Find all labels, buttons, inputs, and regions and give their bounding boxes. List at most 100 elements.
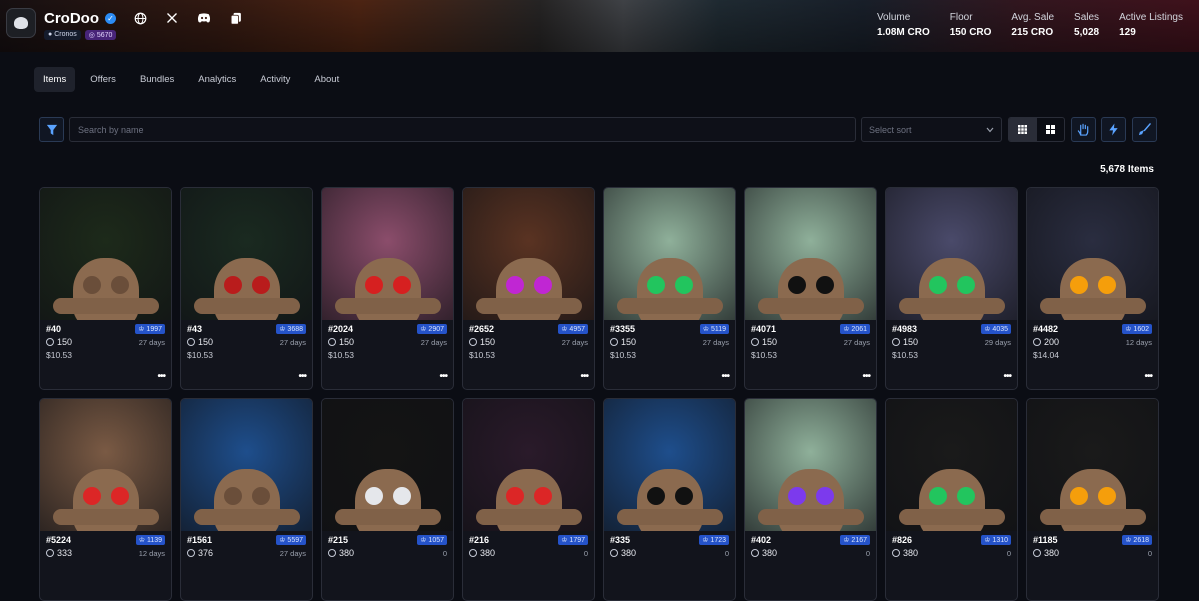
listed-age: 27 days [702, 337, 729, 347]
grid-small-view-button[interactable] [1009, 118, 1037, 141]
toolbar: Select sort [39, 117, 1157, 142]
cro-icon [892, 338, 900, 346]
token-id: #4983 [892, 324, 918, 334]
cleanup-button[interactable] [1132, 117, 1157, 142]
voodoo-doll-art [898, 258, 1005, 320]
nft-image[interactable] [604, 188, 735, 320]
nft-image[interactable] [745, 188, 876, 320]
listed-age: 27 days [561, 337, 588, 347]
usd-price: $10.53 [892, 350, 918, 360]
price: 380 [1033, 548, 1059, 558]
collection-header: CroDoo ✓ ● Cronos ◎ 5670 [6, 8, 244, 40]
stat-avg-sale: Avg. Sale 215 CRO [1011, 12, 1055, 38]
nft-card[interactable]: #826 ♔ 1310 380 0 ••• [885, 398, 1018, 601]
nft-card[interactable]: #4071 ♔ 2061 150 27 days $10.53 ••• [744, 187, 877, 390]
copy-icon[interactable] [228, 10, 244, 26]
token-id: #2024 [328, 324, 354, 334]
voodoo-doll-art [1039, 469, 1146, 531]
cro-icon [469, 338, 477, 346]
discord-icon[interactable] [196, 10, 212, 26]
price: 380 [469, 548, 495, 558]
more-options-icon[interactable]: ••• [862, 371, 870, 382]
nft-card[interactable]: #216 ♔ 1797 380 0 ••• [462, 398, 595, 601]
cro-icon [1033, 549, 1041, 557]
tab-about[interactable]: About [305, 67, 348, 92]
token-id: #43 [187, 324, 203, 334]
token-id: #215 [328, 535, 349, 545]
globe-icon[interactable] [132, 10, 148, 26]
tab-bundles[interactable]: Bundles [131, 67, 183, 92]
nft-card[interactable]: #1185 ♔ 2618 380 0 ••• [1026, 398, 1159, 601]
nft-card[interactable]: #3355 ♔ 5119 150 27 days $10.53 ••• [603, 187, 736, 390]
voodoo-doll-art [52, 469, 159, 531]
nft-image[interactable] [40, 399, 171, 531]
cro-icon [1033, 338, 1041, 346]
more-options-icon[interactable]: ••• [439, 371, 447, 382]
rarity-rank-badge: ♔ 3688 [276, 324, 306, 334]
more-options-icon[interactable]: ••• [721, 371, 729, 382]
nft-card[interactable]: #4482 ♔ 1602 200 12 days $14.04 ••• [1026, 187, 1159, 390]
nft-image[interactable] [886, 399, 1017, 531]
nft-image[interactable] [886, 188, 1017, 320]
more-options-icon[interactable]: ••• [1003, 371, 1011, 382]
nft-card[interactable]: #2652 ♔ 4957 150 27 days $10.53 ••• [462, 187, 595, 390]
nft-card[interactable]: #40 ♔ 1997 150 27 days $10.53 ••• [39, 187, 172, 390]
more-options-icon[interactable]: ••• [298, 371, 306, 382]
more-options-icon[interactable]: ••• [1144, 371, 1152, 382]
nft-image[interactable] [604, 399, 735, 531]
nft-card[interactable]: #4983 ♔ 4035 150 29 days $10.53 ••• [885, 187, 1018, 390]
nft-image[interactable] [1027, 399, 1158, 531]
instant-buy-button[interactable] [1101, 117, 1126, 142]
card-meta: #5224 ♔ 1139 333 12 days ••• [40, 531, 171, 600]
rarity-rank-badge: ♔ 2061 [840, 324, 870, 334]
sort-select[interactable]: Select sort [861, 117, 1002, 142]
card-meta: #335 ♔ 1723 380 0 ••• [604, 531, 735, 600]
x-twitter-icon[interactable] [164, 10, 180, 26]
search-input[interactable] [69, 117, 856, 142]
token-id: #216 [469, 535, 490, 545]
card-meta: #40 ♔ 1997 150 27 days $10.53 ••• [40, 320, 171, 389]
token-id: #1561 [187, 535, 213, 545]
nft-card[interactable]: #5224 ♔ 1139 333 12 days ••• [39, 398, 172, 601]
collection-banner: CroDoo ✓ ● Cronos ◎ 5670 Volume 1.08M CR… [0, 0, 1199, 52]
stat-sales: Sales 5,028 [1074, 12, 1100, 38]
rarity-rank-badge: ♔ 1057 [417, 535, 447, 545]
tab-items[interactable]: Items [34, 67, 76, 92]
more-options-icon[interactable]: ••• [580, 371, 588, 382]
listed-age: 0 [1147, 548, 1152, 558]
nft-card[interactable]: #1561 ♔ 5597 376 27 days ••• [180, 398, 313, 601]
more-options-icon[interactable]: ••• [157, 371, 165, 382]
nft-card[interactable]: #402 ♔ 2167 380 0 ••• [744, 398, 877, 601]
nft-card[interactable]: #43 ♔ 3688 150 27 days $10.53 ••• [180, 187, 313, 390]
voodoo-doll-art [475, 469, 582, 531]
filter-button[interactable] [39, 117, 64, 142]
sweep-button[interactable] [1071, 117, 1096, 142]
tab-offers[interactable]: Offers [81, 67, 125, 92]
nft-image[interactable] [322, 188, 453, 320]
nft-image[interactable] [40, 188, 171, 320]
nft-image[interactable] [463, 399, 594, 531]
voodoo-doll-art [193, 258, 300, 320]
token-id: #826 [892, 535, 913, 545]
price: 333 [46, 548, 72, 558]
nft-image[interactable] [181, 188, 312, 320]
view-toggle [1008, 117, 1065, 142]
nft-card[interactable]: #2024 ♔ 2907 150 27 days $10.53 ••• [321, 187, 454, 390]
nft-card[interactable]: #335 ♔ 1723 380 0 ••• [603, 398, 736, 601]
nft-image[interactable] [745, 399, 876, 531]
nft-image[interactable] [322, 399, 453, 531]
nft-card[interactable]: #215 ♔ 1057 380 0 ••• [321, 398, 454, 601]
rarity-rank-badge: ♔ 1602 [1122, 324, 1152, 334]
nft-image[interactable] [463, 188, 594, 320]
tab-activity[interactable]: Activity [251, 67, 299, 92]
grid-large-view-button[interactable] [1037, 118, 1065, 141]
nft-image[interactable] [1027, 188, 1158, 320]
tab-analytics[interactable]: Analytics [189, 67, 245, 92]
price: 376 [187, 548, 213, 558]
nft-image[interactable] [181, 399, 312, 531]
price: 150 [892, 337, 918, 347]
voodoo-doll-art [193, 469, 300, 531]
token-id: #402 [751, 535, 772, 545]
card-meta: #216 ♔ 1797 380 0 ••• [463, 531, 594, 600]
collection-logo[interactable] [6, 8, 36, 38]
